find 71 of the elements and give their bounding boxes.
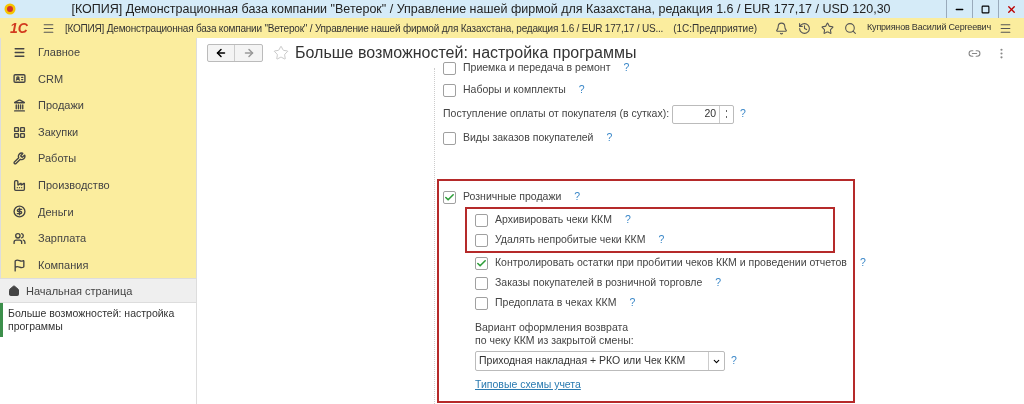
app-logo-icon <box>4 3 16 15</box>
checkbox[interactable] <box>443 83 456 97</box>
checkbox[interactable] <box>475 296 488 310</box>
checkbox-label: Наборы и комплекты <box>463 82 566 98</box>
coin-icon <box>13 205 26 219</box>
open-window-item[interactable]: Больше возможностей: настройка программы <box>0 303 196 338</box>
page-title: Больше возможностей: настройка программы <box>295 43 637 63</box>
sidebar-item[interactable]: Главное <box>1 39 196 66</box>
home-link[interactable]: Начальная страница <box>0 278 196 304</box>
sidebar-item[interactable]: Деньги <box>1 198 196 226</box>
bank-icon <box>13 99 26 112</box>
help-link[interactable]: ? <box>623 60 630 76</box>
window-title: [КОПИЯ] Демонстрационная база компании "Ветерок" / Управление нашей фирмой для Казахстана, редакция 1.6 / EUR 177,17 / USD 120,30 <box>70 0 892 18</box>
menu-icon[interactable] <box>998 21 1012 35</box>
forward-arrow-icon <box>242 47 255 59</box>
checkbox-label: Розничные продажи <box>463 189 562 205</box>
help-link[interactable]: ? <box>658 232 665 248</box>
sidebar-item[interactable]: Производство <box>1 171 196 199</box>
number-field[interactable]: 20 <box>672 104 735 124</box>
help-link[interactable]: ? <box>740 106 746 122</box>
checkbox-label: Контролировать остатки при пробитии чеков ККМ и проведении отчетов <box>495 255 847 271</box>
people-icon <box>13 231 26 245</box>
checkbox-label: Архивировать чеки ККМ <box>495 212 612 228</box>
help-link[interactable]: ? <box>578 82 585 98</box>
sidebar-item[interactable]: Компания <box>1 251 196 279</box>
app-title: [КОПИЯ] Демонстрационная база компании "Ветерок" / Управление нашей фирмой для Казахстана, редакция 1.6 / EUR 177,17 / US... <box>64 21 664 36</box>
grid-icon <box>13 125 26 139</box>
flag-icon <box>13 258 26 272</box>
checkbox[interactable] <box>475 233 488 247</box>
help-link[interactable]: ? <box>574 189 581 205</box>
logo: 1С <box>10 18 28 38</box>
platform-name: (1С:Предприятие) <box>673 21 758 36</box>
checkbox[interactable] <box>443 61 456 75</box>
checkbox[interactable] <box>475 256 488 270</box>
dropdown-field[interactable]: Приходная накладная + РКО или Чек ККМ <box>475 351 725 371</box>
checkbox[interactable] <box>475 213 488 227</box>
sidebar-item[interactable]: Продажи <box>1 92 196 119</box>
help-link[interactable]: ? <box>731 353 737 369</box>
sidebar-item[interactable]: Работы <box>1 145 196 172</box>
favorite-star-icon[interactable] <box>273 45 289 61</box>
help-link[interactable]: ? <box>606 130 613 146</box>
sidebar-item[interactable]: Закупки <box>1 118 196 146</box>
link[interactable]: Типовые схемы учета <box>475 377 853 393</box>
checkbox-label: Приемка и передача в ремонт <box>463 61 611 76</box>
sidebar-item[interactable]: Зарплата <box>1 225 196 252</box>
checkbox[interactable] <box>475 276 488 290</box>
help-link[interactable]: ? <box>624 212 631 228</box>
checkbox-label: Виды заказов покупателей <box>463 130 594 146</box>
menu-icon <box>13 45 26 59</box>
checkbox-label: Заказы покупателей в розничной торговле <box>495 275 703 291</box>
checkbox-label: Предоплата в чеках ККМ <box>495 295 617 311</box>
back-arrow-icon <box>215 47 227 59</box>
field-label: Поступление оплаты от покупателя (в сутках): <box>443 106 670 122</box>
home-icon <box>8 284 20 297</box>
search-icon[interactable] <box>844 21 858 35</box>
checkbox[interactable] <box>443 131 456 145</box>
menu-icon[interactable] <box>41 21 55 35</box>
wrench-icon <box>13 152 26 166</box>
checkbox[interactable] <box>443 190 456 204</box>
help-link[interactable]: ? <box>629 295 636 311</box>
checkbox-label: Удалять непробитые чеки ККМ <box>495 232 646 248</box>
sidebar-item[interactable]: CRM <box>1 65 196 93</box>
user-name[interactable]: Куприянов Василий Сергеевич <box>867 21 991 35</box>
help-link[interactable]: ? <box>715 275 722 291</box>
factory-icon <box>13 178 26 192</box>
select-label: Вариант оформления возврата по чеку ККМ из закрытой смены: <box>475 321 635 347</box>
notifications-icon[interactable] <box>775 21 789 35</box>
help-link[interactable]: ? <box>859 255 866 271</box>
history-icon[interactable] <box>798 21 812 35</box>
favorites-icon[interactable] <box>821 21 835 35</box>
id-card-icon <box>13 72 26 86</box>
